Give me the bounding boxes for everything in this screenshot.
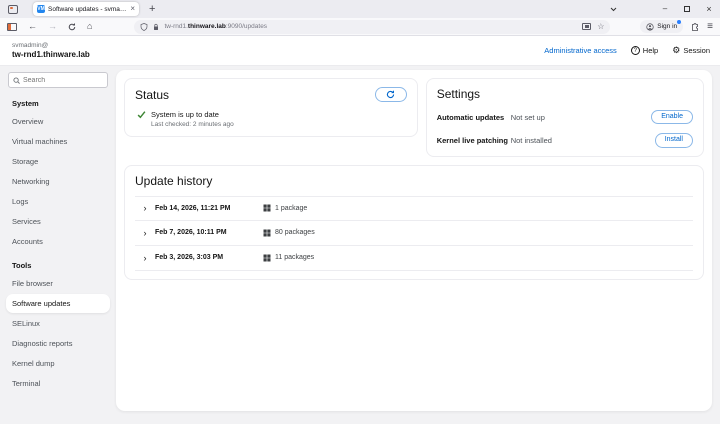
home-icon[interactable]: ⌂	[87, 22, 92, 31]
setting-label: Kernel live patching	[437, 136, 511, 145]
sidebar-item-logs[interactable]: Logs	[6, 192, 110, 211]
host-switcher[interactable]: svmadmin@ tw-rnd1.thinware.lab	[0, 42, 90, 59]
setting-label: Automatic updates	[437, 113, 511, 122]
sidebar-item-virtual-machines[interactable]: Virtual machines	[6, 132, 110, 151]
administrative-access-link[interactable]: Administrative access	[544, 46, 617, 55]
session-menu[interactable]: ⚙ Session	[672, 46, 710, 55]
sidebar-item-software-updates[interactable]: Software updates	[6, 294, 110, 313]
status-last-checked: Last checked: 2 minutes ago	[151, 121, 234, 128]
history-row[interactable]: › Feb 3, 2026, 3:03 PM 11 packages	[135, 246, 693, 271]
url-bar[interactable]: tw-rnd1.thinware.lab:9090/updates ☆	[134, 20, 610, 34]
sidebar-section-tools: Tools	[0, 252, 116, 273]
tab-close-icon[interactable]: ×	[130, 5, 135, 13]
sidebar: System Overview Virtual machines Storage…	[0, 66, 116, 424]
check-icon	[137, 110, 146, 119]
notification-dot	[677, 20, 681, 24]
sidebar-section-system: System	[0, 90, 116, 111]
install-button[interactable]: Install	[655, 133, 693, 147]
enable-button[interactable]: Enable	[651, 110, 693, 124]
status-card: Status System is up to date Last checked…	[124, 78, 418, 137]
setting-value: Not set up	[511, 113, 545, 122]
url-text: tw-rnd1.thinware.lab:9090/updates	[164, 23, 582, 30]
maximize-button[interactable]	[676, 0, 698, 18]
menu-icon[interactable]: ≡	[707, 22, 713, 32]
history-date: Feb 14, 2026, 11:21 PM	[155, 205, 263, 212]
help-label: Help	[643, 46, 658, 55]
package-icon	[263, 229, 271, 237]
picture-in-picture-icon[interactable]	[582, 23, 591, 30]
back-icon[interactable]: ←	[28, 22, 37, 31]
browser-titlebar: VM Software updates - svmadmin@ × + – ×	[0, 0, 720, 18]
close-window-button[interactable]: ×	[698, 0, 720, 18]
browser-toolbar: ← → ⌂ tw-rnd1.thinware.lab:9090/updates …	[0, 18, 720, 36]
tab-title: Software updates - svmadmin@	[48, 6, 127, 13]
history-date: Feb 3, 2026, 3:03 PM	[155, 254, 263, 261]
sign-in-button[interactable]: Sign in	[640, 20, 683, 33]
tab-list-chevron-icon[interactable]	[610, 7, 632, 12]
refresh-icon	[386, 90, 395, 99]
masthead-user: svmadmin@	[12, 42, 90, 49]
extensions-icon[interactable]	[691, 22, 699, 31]
settings-row-kernel-live-patching: Kernel live patching Not installed Insta…	[437, 133, 693, 147]
new-tab-button[interactable]: +	[149, 4, 155, 15]
bookmark-star-icon[interactable]: ☆	[597, 23, 604, 31]
settings-card-title: Settings	[437, 87, 693, 101]
main-content: Status System is up to date Last checked…	[116, 66, 720, 424]
search-icon	[13, 77, 20, 84]
sidebar-item-networking[interactable]: Networking	[6, 172, 110, 191]
update-history-card: Update history › Feb 14, 2026, 11:21 PM …	[124, 165, 704, 280]
history-row[interactable]: › Feb 14, 2026, 11:21 PM 1 package	[135, 196, 693, 221]
history-package-count: 1 package	[275, 205, 307, 212]
account-icon	[646, 23, 654, 31]
minimize-button[interactable]: –	[654, 0, 676, 18]
package-icon	[263, 204, 271, 212]
shield-icon[interactable]	[140, 23, 148, 31]
sidebar-item-services[interactable]: Services	[6, 212, 110, 231]
settings-card: Settings Automatic updates Not set up En…	[426, 78, 704, 157]
settings-row-automatic-updates: Automatic updates Not set up Enable	[437, 110, 693, 124]
history-date: Feb 7, 2026, 10:11 PM	[155, 229, 263, 236]
sidebar-item-storage[interactable]: Storage	[6, 152, 110, 171]
browser-tab[interactable]: VM Software updates - svmadmin@ ×	[33, 2, 139, 16]
expand-chevron-icon[interactable]: ›	[135, 203, 155, 213]
reload-icon[interactable]	[68, 23, 76, 31]
sidebar-item-file-browser[interactable]: File browser	[6, 274, 110, 293]
masthead-host: tw-rnd1.thinware.lab	[12, 50, 90, 59]
history-package-count: 80 packages	[275, 229, 315, 236]
sidebar-item-diagnostic-reports[interactable]: Diagnostic reports	[6, 334, 110, 353]
status-card-title: Status	[135, 88, 169, 102]
status-message: System is up to date	[151, 110, 234, 119]
window-controls: – ×	[610, 0, 720, 18]
sidebar-item-terminal[interactable]: Terminal	[6, 374, 110, 393]
package-icon	[263, 254, 271, 262]
search-input[interactable]	[23, 77, 93, 84]
gear-icon: ⚙	[672, 46, 680, 55]
expand-chevron-icon[interactable]: ›	[135, 228, 155, 238]
history-package-count: 11 packages	[275, 254, 314, 261]
sidebar-item-selinux[interactable]: SELinux	[6, 314, 110, 333]
cockpit-masthead: svmadmin@ tw-rnd1.thinware.lab Administr…	[0, 36, 720, 66]
sidebar-item-kernel-dump[interactable]: Kernel dump	[6, 354, 110, 373]
sign-in-label: Sign in	[657, 23, 677, 30]
expand-chevron-icon[interactable]: ›	[135, 253, 155, 263]
firefox-view-icon[interactable]	[8, 5, 18, 14]
sidebar-item-accounts[interactable]: Accounts	[6, 232, 110, 251]
tab-favicon-icon: VM	[37, 5, 45, 13]
history-row[interactable]: › Feb 7, 2026, 10:11 PM 80 packages	[135, 221, 693, 246]
lock-icon[interactable]	[152, 23, 160, 31]
help-icon: ?	[631, 46, 640, 55]
help-menu[interactable]: ? Help	[631, 46, 658, 55]
update-history-title: Update history	[135, 174, 693, 188]
forward-icon[interactable]: →	[48, 22, 57, 31]
refresh-button[interactable]	[375, 87, 407, 102]
session-label: Session	[683, 46, 710, 55]
sidebar-search[interactable]	[8, 72, 108, 88]
sidebar-item-overview[interactable]: Overview	[6, 112, 110, 131]
sidebar-toggle-icon[interactable]	[7, 23, 17, 31]
setting-value: Not installed	[511, 136, 552, 145]
